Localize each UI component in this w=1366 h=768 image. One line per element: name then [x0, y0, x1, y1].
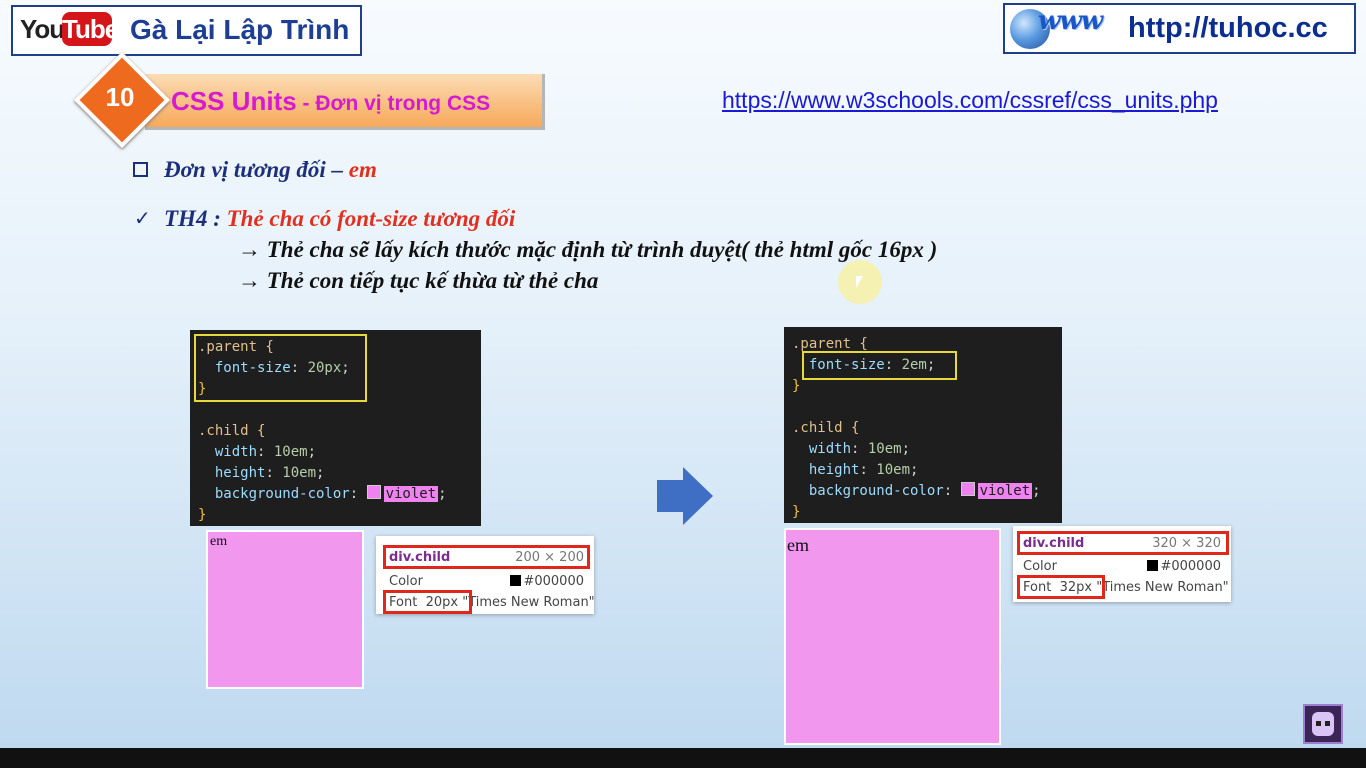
code-value: 10em [867, 441, 902, 457]
code-value: violet [383, 486, 439, 502]
lesson-number: 10 [105, 82, 135, 112]
right-arrow-head-icon [683, 467, 713, 525]
code-prop: width [808, 441, 852, 457]
color-swatch-icon [960, 482, 975, 496]
case-heading: TH4 : Thẻ cha có font-size tương đối [164, 206, 515, 232]
tooltip-font-family: "Times New Roman" [462, 595, 595, 610]
lesson-title: CSS Units - Đơn vị trong CSS [171, 86, 490, 117]
highlight-box-fontsize-right [802, 351, 957, 380]
www-logo: www [1038, 6, 1103, 36]
video-bottom-bar [0, 748, 1366, 768]
code-prop: background-color [808, 483, 944, 499]
case-text: Thẻ cha có font-size tương đối [226, 206, 516, 231]
devtools-tooltip-right: div.child 320 × 320 Color #000000 Font 3… [1013, 526, 1231, 602]
youtube-logo-icon: Tube [62, 12, 119, 46]
avatar-face-icon [1312, 712, 1334, 736]
mouse-cursor-icon [856, 276, 863, 288]
tooltip-font-family: "Times New Roman" [1096, 580, 1229, 595]
code-prop: height [808, 462, 860, 478]
child-box-text: em [787, 535, 809, 555]
code-prop: background-color [214, 486, 350, 502]
highlight-box-font [383, 590, 472, 614]
code-selector: .child { [792, 420, 860, 436]
code-prop: height [214, 465, 266, 481]
tooltip-color-label: Color [389, 574, 423, 589]
section-heading: Đơn vị tương đối – em [164, 157, 377, 183]
tooltip-color-value: #000000 [1160, 559, 1221, 574]
highlight-box-font [1017, 575, 1105, 599]
code-brace: } [792, 504, 801, 520]
color-swatch-icon [1147, 560, 1159, 571]
explanation-line-1: → Thẻ cha sẽ lấy kích thước mặc định từ … [238, 237, 938, 262]
explanation-line-2: → Thẻ con tiếp tục kế thừa từ thẻ cha [238, 268, 599, 293]
avatar-eye [1325, 721, 1330, 726]
color-swatch-icon [366, 485, 381, 499]
code-value: 10em [273, 444, 308, 460]
child-box-text: em [210, 534, 228, 549]
site-url: http://tuhoc.cc [1128, 12, 1328, 44]
child-box-left: em [206, 530, 364, 689]
avatar-eye [1316, 721, 1321, 726]
code-selector: .parent { [792, 336, 868, 352]
code-value: violet [977, 483, 1033, 499]
color-swatch-icon [510, 575, 522, 586]
code-brace: } [198, 507, 207, 523]
heading-unit: em [348, 157, 377, 182]
code-selector: .child { [198, 423, 266, 439]
lesson-title-main: CSS Units [171, 86, 297, 116]
checkmark-icon: ✓ [134, 206, 151, 230]
right-arrow-icon [657, 480, 683, 512]
child-box-right: em [784, 528, 1001, 745]
code-prop: width [214, 444, 258, 460]
code-value: 10em [876, 462, 911, 478]
code-value: 10em [282, 465, 317, 481]
highlight-box-element [383, 545, 590, 569]
tooltip-color-value: #000000 [523, 574, 584, 589]
case-prefix: TH4 : [164, 206, 227, 231]
devtools-tooltip-left: div.child 200 × 200 Color #000000 Font 2… [376, 536, 595, 614]
lesson-subtitle: - Đơn vị trong CSS [296, 92, 491, 115]
tooltip-color-label: Color [1023, 559, 1057, 574]
highlight-box-parent-left [194, 334, 367, 402]
channel-name: Gà Lại Lập Trình [130, 14, 350, 45]
checkbox-bullet-icon [133, 162, 148, 177]
reference-link[interactable]: https://www.w3schools.com/cssref/css_uni… [722, 87, 1218, 114]
youtube-logo-text: You [20, 14, 65, 44]
heading-prefix: Đơn vị tương đối – [164, 157, 349, 182]
highlight-box-element [1017, 531, 1229, 555]
code-brace: } [792, 378, 801, 394]
